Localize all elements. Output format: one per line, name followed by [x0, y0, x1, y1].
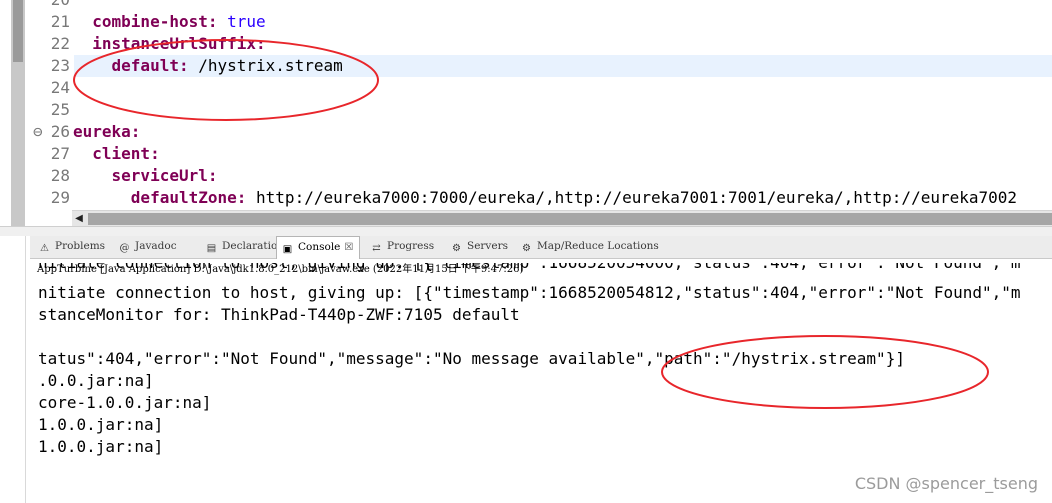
close-tab-icon[interactable]: ☒ — [344, 242, 353, 253]
code-text: serviceUrl: — [73, 165, 218, 187]
yaml-key: default — [111, 56, 179, 75]
console-output-line: core-1.0.0.jar:na] — [38, 393, 212, 412]
editor-line[interactable]: 27 client: — [0, 143, 1052, 165]
tab-declaration[interactable]: ▤ Declaration — [205, 236, 284, 258]
code-editor[interactable]: 2021 combine-host: true22 instanceUrlSuf… — [0, 0, 1052, 226]
problems-icon: ⚠ — [40, 243, 49, 254]
javadoc-icon: @ — [119, 243, 130, 254]
fold-collapse-icon[interactable]: ⊖ — [33, 121, 43, 143]
console-output-line: nitiate connection to host, giving up: [… — [38, 263, 1021, 274]
tab-map-reduce-locations[interactable]: ⚙ Map/Reduce Locations — [520, 236, 659, 258]
console-output-line: nitiate connection to host, giving up: [… — [38, 283, 1021, 302]
tab-label: Servers — [467, 240, 508, 252]
tab-javadoc[interactable]: @ Javadoc — [118, 236, 177, 258]
yaml-separator: : — [256, 34, 266, 53]
line-number: 21 — [50, 12, 70, 31]
line-number: 29 — [50, 188, 70, 207]
left-panel-strip — [0, 236, 30, 503]
tab-servers[interactable]: ⚙ Servers — [450, 236, 508, 258]
line-number: 27 — [50, 144, 70, 163]
yaml-separator: : — [130, 122, 141, 141]
line-number: 22 — [50, 34, 70, 53]
yaml-separator: : — [207, 12, 228, 31]
editor-line[interactable]: 29 defaultZone: http://eureka7000:7000/e… — [0, 187, 1052, 209]
yaml-separator: : — [207, 166, 218, 185]
tab-label: Declaration — [222, 240, 285, 252]
yaml-key: client — [92, 144, 151, 163]
tab-label: Problems — [55, 240, 106, 252]
editor-line[interactable]: 20 — [0, 0, 1052, 11]
code-text: instanceUrlSuffix: — [73, 33, 266, 55]
editor-horizontal-scrollbar[interactable]: ◀ — [72, 210, 1052, 226]
yaml-separator: : — [178, 56, 199, 75]
line-number: 28 — [50, 166, 70, 185]
tab-console[interactable]: ▣ Console ☒ — [276, 236, 361, 259]
editor-line[interactable]: 25 — [0, 99, 1052, 121]
editor-line[interactable]: 23 default: /hystrix.stream — [51, 55, 1052, 77]
yaml-separator: : — [236, 188, 257, 207]
editor-line[interactable]: 22 instanceUrlSuffix: — [0, 33, 1052, 55]
tab-label: Console — [298, 241, 341, 253]
tab-progress[interactable]: ⇄ Progress — [370, 236, 434, 258]
scrollbar-thumb[interactable] — [88, 213, 1052, 225]
editor-line[interactable]: 26 ⊖ eureka: — [0, 121, 1052, 143]
progress-icon: ⇄ — [372, 243, 381, 254]
yaml-key: combine-host — [92, 12, 208, 31]
code-text: combine-host: true — [73, 11, 266, 33]
editor-line[interactable]: 21 combine-host: true — [0, 11, 1052, 33]
line-number: 25 — [50, 100, 70, 119]
editor-line[interactable]: 28 serviceUrl: — [0, 165, 1052, 187]
editor-line[interactable]: 24 — [0, 77, 1052, 99]
line-number: 23 — [50, 56, 70, 75]
console-output-line: .0.0.jar:na] — [38, 371, 154, 390]
console-output-line: tatus":404,"error":"Not Found","message"… — [38, 349, 905, 368]
console-output-line: stanceMonitor for: ThinkPad-T440p-ZWF:71… — [38, 305, 520, 324]
code-text: eureka: — [73, 121, 140, 143]
servers-icon: ⚙ — [452, 243, 461, 254]
panel-border — [25, 236, 26, 503]
console-output-line: 1.0.0.jar:na] — [38, 415, 164, 434]
console-icon: ▣ — [282, 244, 293, 255]
yaml-separator: : — [150, 144, 160, 163]
tab-label: Javadoc — [135, 240, 177, 252]
line-number: 24 — [50, 78, 70, 97]
yaml-key: eureka — [73, 122, 131, 141]
code-text: defaultZone: http://eureka7000:7000/eure… — [73, 187, 1017, 209]
tab-problems[interactable]: ⚠ Problems — [38, 236, 105, 258]
console-output-line: 1.0.0.jar:na] — [38, 437, 164, 456]
code-text: client: — [73, 143, 160, 165]
tab-label: Map/Reduce Locations — [537, 240, 659, 252]
bottom-view-tab-bar: ⚠ Problems @ Javadoc ▤ Declaration ▣ Console ☒ ⇄ P… — [30, 236, 1052, 259]
yaml-value: true — [227, 12, 266, 31]
watermark: CSDN @spencer_tseng — [854, 474, 1038, 493]
console-output[interactable]: nitiate connection to host, giving up: [… — [38, 263, 1052, 503]
yaml-key: instanceUrlSuffix — [92, 34, 257, 53]
map-reduce-icon: ⚙ — [522, 243, 531, 254]
yaml-key: defaultZone — [130, 188, 237, 207]
yaml-value: http://eureka7000:7000/eureka/,http://eu… — [256, 188, 1018, 207]
declaration-icon: ▤ — [206, 243, 217, 254]
line-number: 20 — [28, 0, 70, 11]
yaml-value: /hystrix.stream — [198, 56, 343, 75]
yaml-key: serviceUrl — [111, 166, 208, 185]
code-text: default: /hystrix.stream — [73, 55, 343, 77]
scroll-left-icon[interactable]: ◀ — [72, 211, 86, 226]
tab-label: Progress — [387, 240, 435, 252]
